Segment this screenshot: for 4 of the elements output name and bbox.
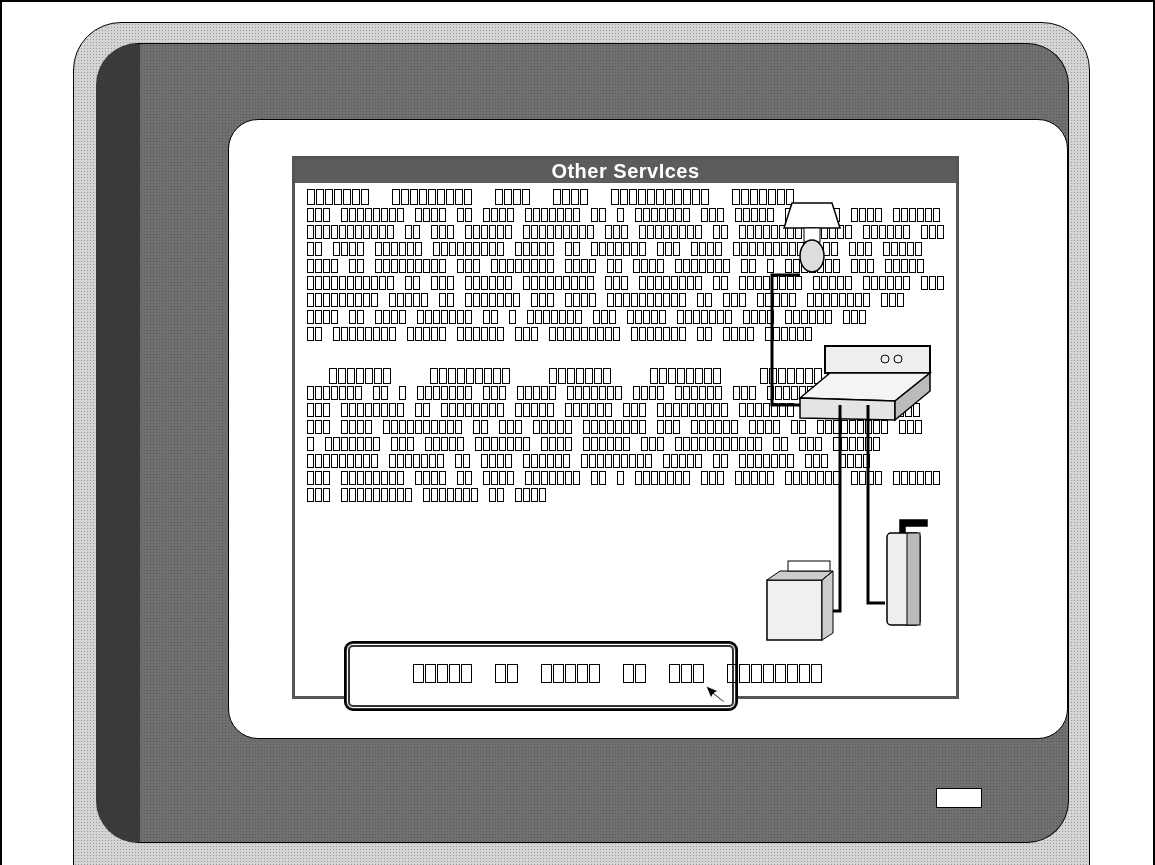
cursor-icon (705, 685, 727, 703)
power-light (936, 788, 982, 808)
card-button[interactable] (345, 642, 737, 710)
card-title: Other ServIces (295, 159, 956, 183)
